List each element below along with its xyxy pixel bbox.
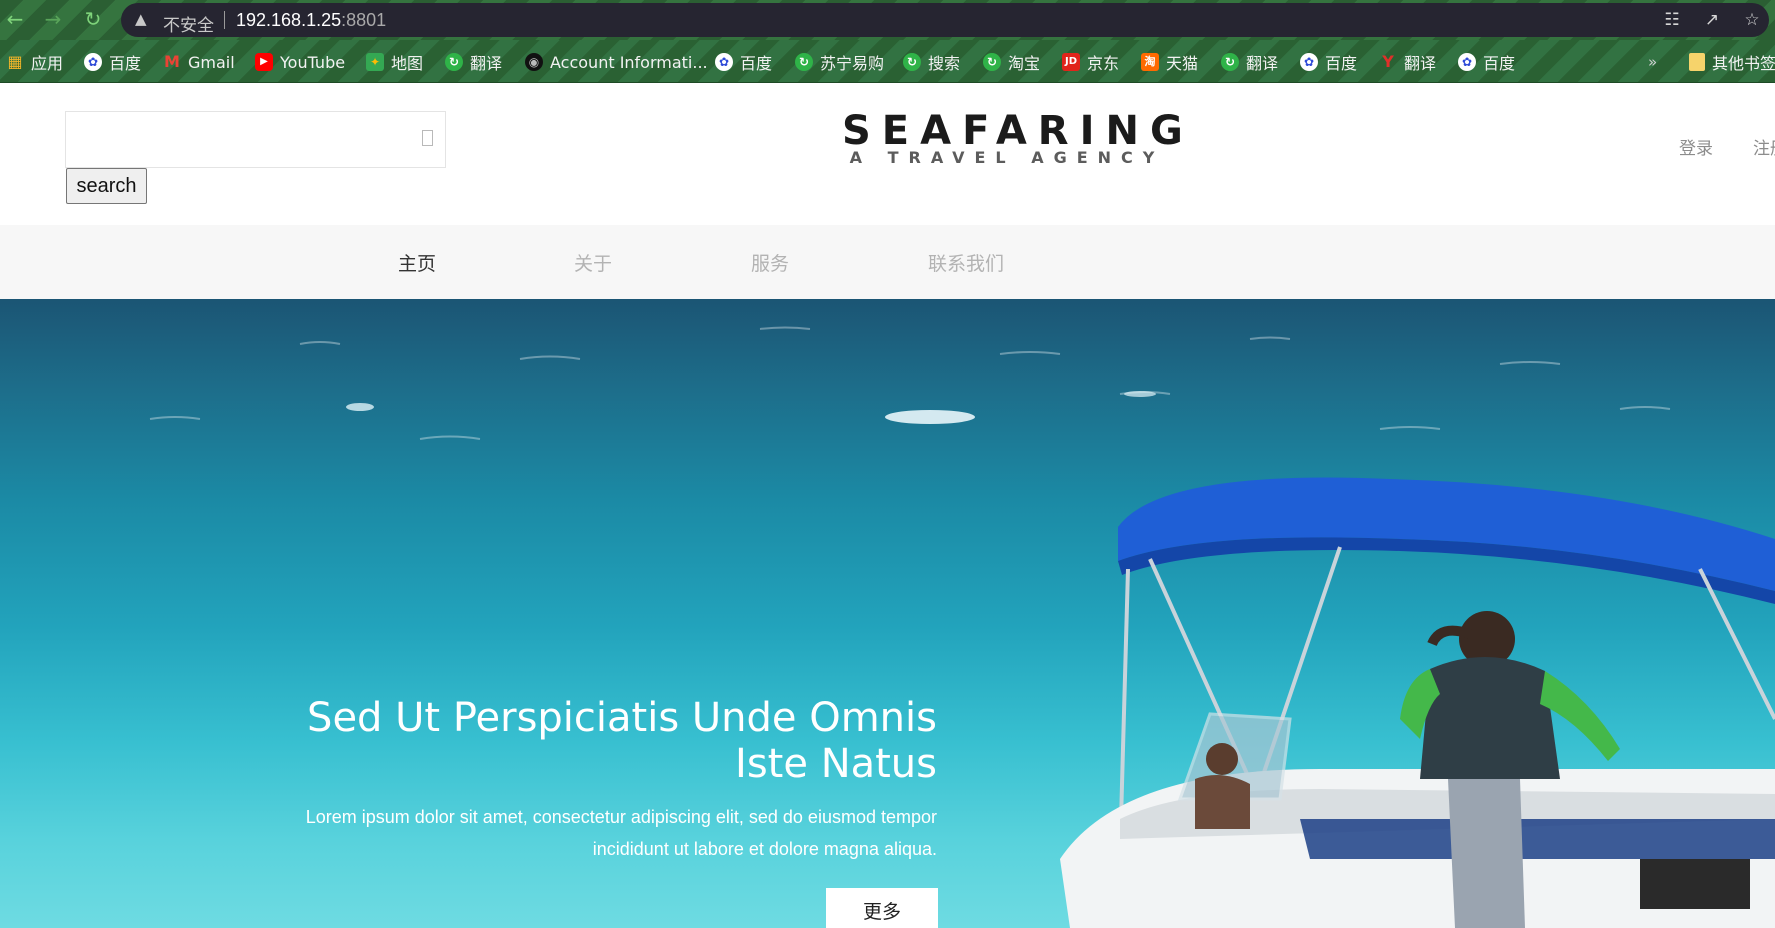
baidu-icon: ✿ xyxy=(84,53,102,71)
warning-triangle-icon[interactable]: ▲ xyxy=(135,10,147,28)
bookmark-label: 地图 xyxy=(391,54,424,73)
maps-icon: ✦ xyxy=(366,53,384,71)
bookmark-gmail[interactable]: M Gmail xyxy=(163,51,235,73)
bookmark-baidu[interactable]: ✿ 百度 xyxy=(1300,51,1357,73)
more-button[interactable]: 更多 xyxy=(826,888,938,928)
bookmark-tmall[interactable]: 淘天猫 xyxy=(1141,51,1198,73)
search-button[interactable]: search xyxy=(66,168,147,204)
address-url[interactable]: 192.168.1.25:8801 xyxy=(236,10,386,31)
jd-icon: JD xyxy=(1062,53,1080,71)
bookmark-apps[interactable]: ▦ 应用 xyxy=(6,51,64,74)
site-logo[interactable]: SEAFARING A TRAVEL AGENCY xyxy=(842,108,1194,167)
bookmark-baidu[interactable]: ✿ 百度 xyxy=(715,51,772,73)
search-input[interactable] xyxy=(66,112,445,167)
hero-text: Lorem ipsum dolor sit amet, consectetur … xyxy=(305,807,937,859)
bookmark-label: 百度 xyxy=(740,54,773,73)
back-arrow-icon[interactable]: ← xyxy=(4,8,26,30)
security-label[interactable]: 不安全 xyxy=(163,11,214,36)
bookmark-youdao[interactable]: Y 翻译 xyxy=(1379,51,1437,74)
bookmark-youtube[interactable]: ▶ YouTube xyxy=(255,51,345,73)
search-bookmark-icon: ↻ xyxy=(903,53,921,71)
apps-grid-icon: ▦ xyxy=(7,52,23,71)
bookmark-label: 淘宝 xyxy=(1008,54,1041,73)
nav-about[interactable]: 关于 xyxy=(574,249,612,276)
logo-subtitle: A TRAVEL AGENCY xyxy=(849,148,1165,167)
address-bar[interactable]: ▲ 不安全 192.168.1.25:8801 ☷ ↗ ☆ xyxy=(121,3,1769,37)
bookmark-label: YouTube xyxy=(280,52,346,72)
bookmark-label: 百度 xyxy=(1483,54,1516,73)
logo-title: SEAFARING xyxy=(842,108,1194,154)
more-bookmarks-button[interactable]: » xyxy=(1648,51,1657,73)
page: search SEAFARING A TRAVEL AGENCY 登录 注册 主… xyxy=(0,84,1775,928)
bookmark-label: Account Informati... xyxy=(550,52,708,72)
forward-arrow-icon[interactable]: → xyxy=(42,8,64,30)
bookmark-label: 百度 xyxy=(109,54,142,73)
bookmark-suning[interactable]: ↻ 苏宁易购 xyxy=(795,51,884,73)
url-host: 192.168.1.25 xyxy=(236,10,342,30)
browser-titlebar: ← → ↻ ▲ 不安全 192.168.1.25:8801 ☷ ↗ ☆ xyxy=(0,0,1775,40)
nav-home[interactable]: 主页 xyxy=(398,249,436,276)
nav-services[interactable]: 服务 xyxy=(751,249,789,276)
url-port: :8801 xyxy=(341,10,387,30)
taobao-icon: ↻ xyxy=(983,53,1001,71)
bookmark-label: 百度 xyxy=(1325,54,1358,73)
bookmark-label: 天猫 xyxy=(1166,54,1199,73)
bookmark-taobao[interactable]: ↻ 淘宝 xyxy=(983,51,1040,73)
tmall-icon: 淘 xyxy=(1141,53,1159,71)
baidu-icon: ✿ xyxy=(1300,53,1318,71)
account-icon: ◉ xyxy=(525,53,543,71)
youtube-icon: ▶ xyxy=(255,53,273,71)
other-bookmarks-label: 其他书签 xyxy=(1712,54,1775,73)
bookmark-star-icon[interactable]: ☆ xyxy=(1741,9,1763,31)
bookmark-baidu[interactable]: ✿ 百度 xyxy=(1458,51,1515,73)
share-icon[interactable]: ↗ xyxy=(1701,9,1723,31)
main-nav: 主页 关于 服务 联系我们 xyxy=(0,225,1775,299)
bookmark-maps[interactable]: ✦ 地图 xyxy=(366,51,423,73)
address-separator xyxy=(224,11,225,29)
translate-icon: ↻ xyxy=(1221,53,1239,71)
reload-icon[interactable]: ↻ xyxy=(82,8,104,30)
login-link[interactable]: 登录 xyxy=(1679,134,1713,159)
bookmark-translate[interactable]: ↻ 翻译 xyxy=(445,51,502,73)
bookmark-baidu[interactable]: ✿ 百度 xyxy=(84,51,141,73)
bookmark-label: 苏宁易购 xyxy=(820,54,885,73)
hero-banner: Sed Ut Perspiciatis Unde Omnis Iste Natu… xyxy=(0,299,1775,928)
bookmark-label: 翻译 xyxy=(1246,54,1279,73)
translate-icon: ↻ xyxy=(445,53,463,71)
bookmark-search[interactable]: ↻ 搜索 xyxy=(903,51,960,73)
bookmark-translate[interactable]: ↻ 翻译 xyxy=(1221,51,1278,73)
nav-contact[interactable]: 联系我们 xyxy=(928,249,1004,276)
hero-title: Sed Ut Perspiciatis Unde Omnis Iste Natu… xyxy=(307,695,937,787)
bookmark-label: 京东 xyxy=(1087,54,1120,73)
bookmark-label: 翻译 xyxy=(470,54,503,73)
register-link[interactable]: 注册 xyxy=(1753,134,1775,159)
search-box xyxy=(65,111,446,168)
baidu-icon: ✿ xyxy=(715,53,733,71)
baidu-icon: ✿ xyxy=(1458,53,1476,71)
bookmark-account[interactable]: ◉ Account Informati... xyxy=(525,51,708,73)
bookmark-jd[interactable]: JD 京东 xyxy=(1062,51,1119,73)
translate-page-icon[interactable]: ☷ xyxy=(1661,9,1683,31)
other-bookmarks-folder[interactable]: 其他书签 xyxy=(1689,51,1775,73)
bookmarks-bar: ▦ 应用 ✿ 百度 M Gmail ▶ YouTube ✦ 地图 ↻ 翻译 ◉ Account… xyxy=(0,40,1775,83)
youdao-icon: Y xyxy=(1382,52,1394,71)
bookmark-label: Gmail xyxy=(188,52,235,72)
bookmark-label: 应用 xyxy=(31,54,64,73)
gmail-icon: M xyxy=(164,52,180,71)
suning-icon: ↻ xyxy=(795,53,813,71)
bookmark-label: 搜索 xyxy=(928,54,961,73)
bookmark-label: 翻译 xyxy=(1404,54,1437,73)
folder-icon xyxy=(1689,53,1705,71)
search-glyph-icon xyxy=(422,130,433,146)
